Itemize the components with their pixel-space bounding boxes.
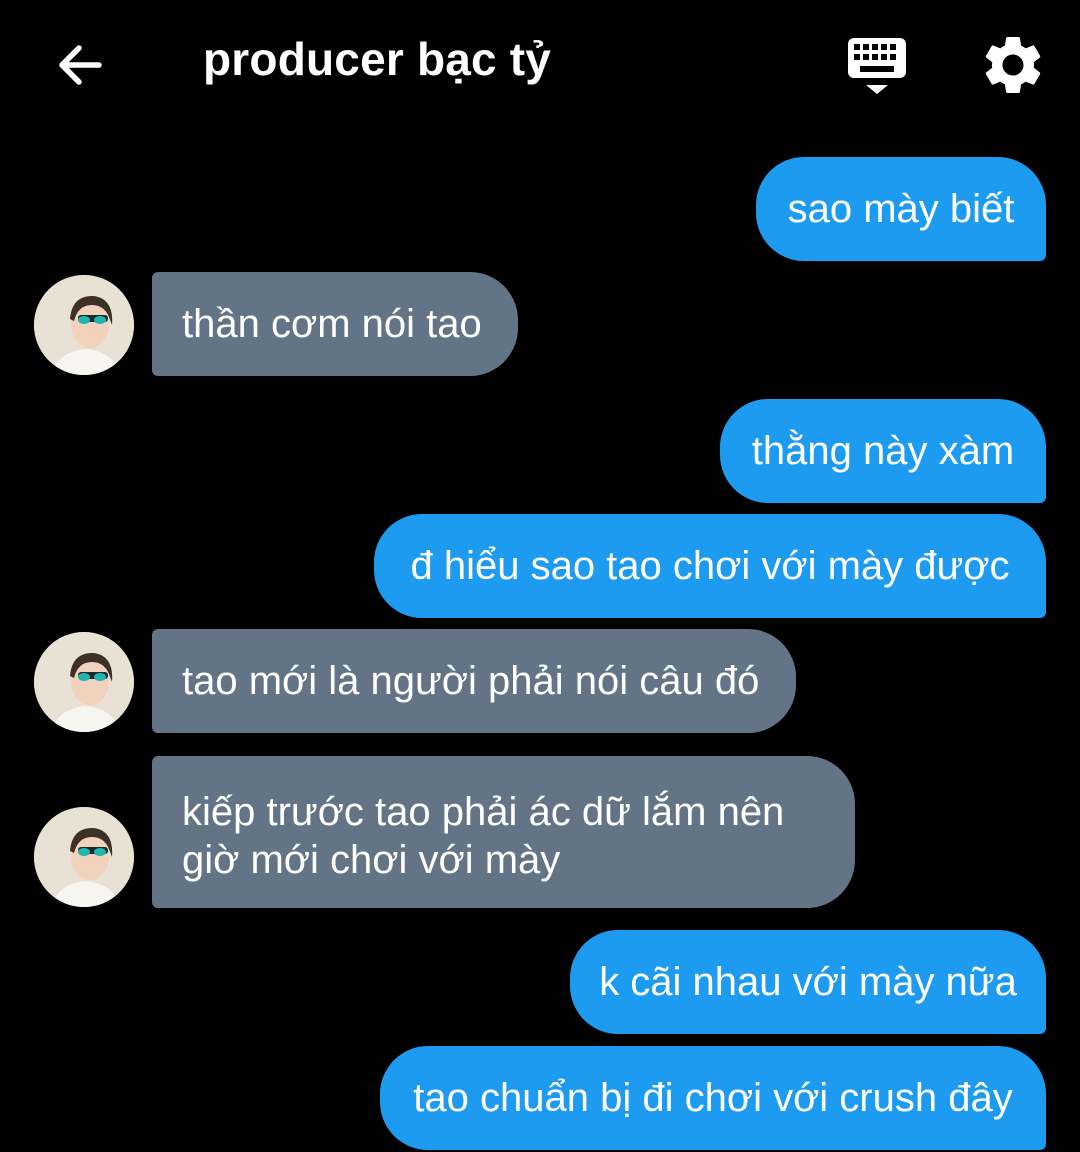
back-arrow-icon <box>59 45 102 85</box>
chat-header: producer bạc tỷ <box>0 0 1080 125</box>
avatar[interactable] <box>34 632 134 732</box>
message-text: đ hiểu sao tao chơi với mày được <box>410 544 1010 588</box>
message-bubble-incoming[interactable]: thần cơm nói tao <box>152 272 518 376</box>
message-text: tao chuẩn bị đi chơi với crush đây <box>413 1076 1013 1120</box>
message-text: thần cơm nói tao <box>182 302 482 346</box>
conversation-title: producer bạc tỷ <box>203 33 552 85</box>
message-bubble-outgoing[interactable]: tao chuẩn bị đi chơi với crush đây <box>380 1046 1046 1150</box>
message-bubble-outgoing[interactable]: thằng này xàm <box>720 399 1046 503</box>
settings-button[interactable] <box>978 30 1048 100</box>
avatar-image <box>34 632 134 732</box>
avatar-image <box>34 275 134 375</box>
message-bubble-incoming[interactable]: tao mới là người phải nói câu đó <box>152 629 796 733</box>
message-bubble-outgoing[interactable]: sao mày biết <box>756 157 1046 261</box>
back-button[interactable] <box>40 25 120 105</box>
keyboard-toggle-button[interactable] <box>840 30 916 100</box>
gear-icon <box>985 36 1041 93</box>
message-bubble-incoming[interactable]: kiếp trước tao phải ác dữ lắm nên giờ mớ… <box>152 756 855 908</box>
message-text-line: giờ mới chơi với mày <box>182 838 561 882</box>
message-text: k cãi nhau với mày nữa <box>599 960 1017 1004</box>
avatar-image <box>34 807 134 907</box>
message-text: tao mới là người phải nói câu đó <box>182 659 760 703</box>
keyboard-icon <box>848 38 906 94</box>
avatar[interactable] <box>34 275 134 375</box>
message-bubble-outgoing[interactable]: đ hiểu sao tao chơi với mày được <box>374 514 1046 618</box>
message-bubble-outgoing[interactable]: k cãi nhau với mày nữa <box>570 930 1046 1034</box>
message-text: thằng này xàm <box>751 429 1015 473</box>
chat-screen: producer bạc tỷ sao mày biết thần cơm nó… <box>0 0 1080 1152</box>
avatar[interactable] <box>34 807 134 907</box>
message-text: sao mày biết <box>787 187 1015 231</box>
message-text-line: kiếp trước tao phải ác dữ lắm nên <box>182 790 785 834</box>
